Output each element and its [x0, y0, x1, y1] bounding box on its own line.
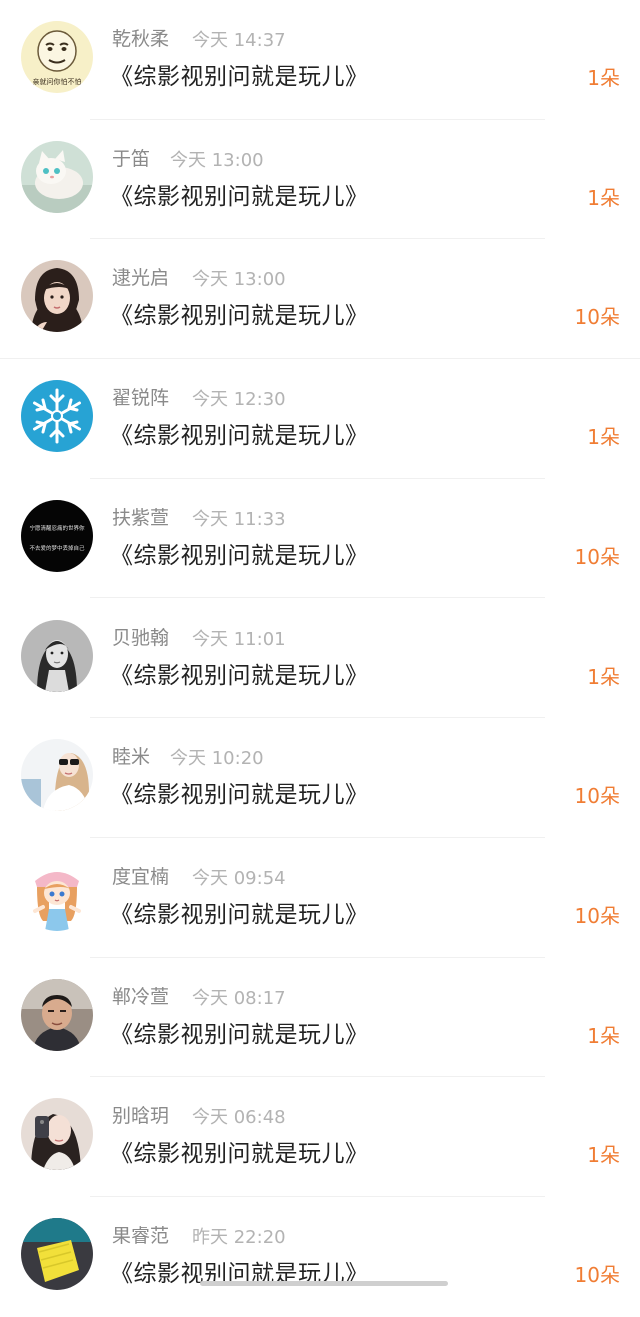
list-item[interactable]: 宁愿清醒忍痛的世界你 不去爱的梦中丢掉自己 扶紫萱 今天 11:33 《综影视别… — [0, 479, 640, 599]
list-item[interactable]: 别晗玥 今天 06:48 《综影视别问就是玩儿》 1朵 — [0, 1077, 640, 1197]
white-cat-avatar[interactable] — [21, 140, 93, 213]
gift-amount: 10朵 — [574, 903, 620, 928]
girl-portrait-avatar[interactable] — [21, 260, 93, 333]
gift-amount: 1朵 — [587, 185, 620, 210]
home-indicator[interactable] — [200, 1281, 448, 1286]
timestamp: 今天 13:00 — [170, 149, 264, 171]
user-name: 别晗玥 — [112, 1105, 170, 1128]
gift-amount: 1朵 — [587, 664, 620, 689]
user-name: 贝驰翰 — [112, 626, 170, 649]
gift-amount: 1朵 — [587, 66, 620, 90]
list-item[interactable]: 果睿范 昨天 22:20 《综影视别问就是玩儿》 10朵 — [0, 1197, 640, 1317]
gift-amount: 1朵 — [587, 425, 620, 450]
list-item[interactable]: 贝驰翰 今天 11:01 《综影视别问就是玩儿》 1朵 — [0, 599, 640, 719]
book-title[interactable]: 《综影视别问就是玩儿》 — [110, 1015, 369, 1049]
avatar-caption: 亲就问你怕不怕 — [33, 77, 82, 86]
timestamp: 今天 08:17 — [192, 987, 286, 1009]
timestamp: 今天 11:33 — [192, 508, 286, 530]
user-name: 于笛 — [112, 147, 151, 170]
user-name: 果睿范 — [112, 1225, 170, 1247]
user-name: 翟锐阵 — [112, 387, 170, 410]
timestamp: 今天 14:37 — [192, 30, 286, 51]
book-title[interactable]: 《综影视别问就是玩儿》 — [110, 895, 369, 929]
book-title[interactable]: 《综影视别问就是玩儿》 — [110, 656, 369, 690]
user-name: 度宜楠 — [112, 865, 170, 888]
book-title[interactable]: 《综影视别问就是玩儿》 — [110, 296, 369, 330]
book-title[interactable]: 《综影视别问就是玩儿》 — [110, 416, 369, 450]
book-title[interactable]: 《综影视别问就是玩儿》 — [110, 775, 369, 809]
gift-amount: 1朵 — [587, 1143, 620, 1168]
sunglasses-girl-avatar[interactable] — [21, 739, 93, 812]
avatar-caption: 宁愿清醒忍痛的世界你 — [29, 524, 85, 532]
book-title[interactable]: 《综影视别问就是玩儿》 — [110, 1134, 369, 1168]
list-item[interactable]: 于笛 今天 13:00 《综影视别问就是玩儿》 1朵 — [0, 120, 640, 240]
timestamp: 昨天 22:20 — [192, 1227, 286, 1248]
book-title[interactable]: 《综影视别问就是玩儿》 — [110, 536, 369, 570]
gift-amount: 10朵 — [574, 305, 620, 330]
timestamp: 今天 11:01 — [192, 628, 286, 650]
gift-amount: 10朵 — [574, 1263, 620, 1287]
gift-record-list: 亲就问你怕不怕 乾秋柔 今天 14:37 《综影视别问就是玩儿》 1朵 于笛 今… — [0, 0, 640, 1290]
timestamp: 今天 13:00 — [192, 269, 286, 291]
meme-face-avatar[interactable]: 亲就问你怕不怕 — [21, 21, 93, 93]
timestamp: 今天 10:20 — [170, 748, 264, 770]
user-name: 郸冷萱 — [112, 985, 170, 1008]
book-title[interactable]: 《综影视别问就是玩儿》 — [110, 177, 369, 211]
gift-amount: 10朵 — [574, 784, 620, 809]
bw-girl-avatar[interactable] — [21, 619, 93, 692]
timestamp: 今天 12:30 — [192, 389, 286, 411]
list-item[interactable]: 度宜楠 今天 09:54 《综影视别问就是玩儿》 10朵 — [0, 838, 640, 958]
yellow-object-avatar[interactable] — [21, 1218, 93, 1290]
user-name: 扶紫萱 — [112, 506, 170, 529]
user-name: 乾秋柔 — [112, 28, 170, 50]
man-portrait-avatar[interactable] — [21, 978, 93, 1051]
list-item[interactable]: 睦米 今天 10:20 《综影视别问就是玩儿》 10朵 — [0, 718, 640, 838]
book-title[interactable]: 《综影视别问就是玩儿》 — [110, 57, 369, 91]
user-name: 睦米 — [112, 746, 151, 769]
anime-girl-avatar[interactable] — [21, 858, 93, 931]
timestamp: 今天 06:48 — [192, 1107, 286, 1129]
timestamp: 今天 09:54 — [192, 867, 286, 889]
list-item[interactable]: 亲就问你怕不怕 乾秋柔 今天 14:37 《综影视别问就是玩儿》 1朵 — [0, 0, 640, 120]
user-name: 逮光启 — [112, 267, 170, 290]
list-item[interactable]: 逮光启 今天 13:00 《综影视别问就是玩儿》 10朵 — [0, 239, 640, 360]
gift-amount: 1朵 — [587, 1023, 620, 1048]
snowflake-avatar[interactable] — [21, 380, 93, 453]
gift-amount: 10朵 — [574, 544, 620, 569]
black-text-avatar[interactable]: 宁愿清醒忍痛的世界你 不去爱的梦中丢掉自己 — [21, 499, 93, 572]
list-item[interactable]: 翟锐阵 今天 12:30 《综影视别问就是玩儿》 1朵 — [0, 359, 640, 479]
selfie-girl-avatar[interactable] — [21, 1098, 93, 1171]
list-item[interactable]: 郸冷萱 今天 08:17 《综影视别问就是玩儿》 1朵 — [0, 958, 640, 1078]
avatar-caption: 不去爱的梦中丢掉自己 — [29, 544, 85, 552]
